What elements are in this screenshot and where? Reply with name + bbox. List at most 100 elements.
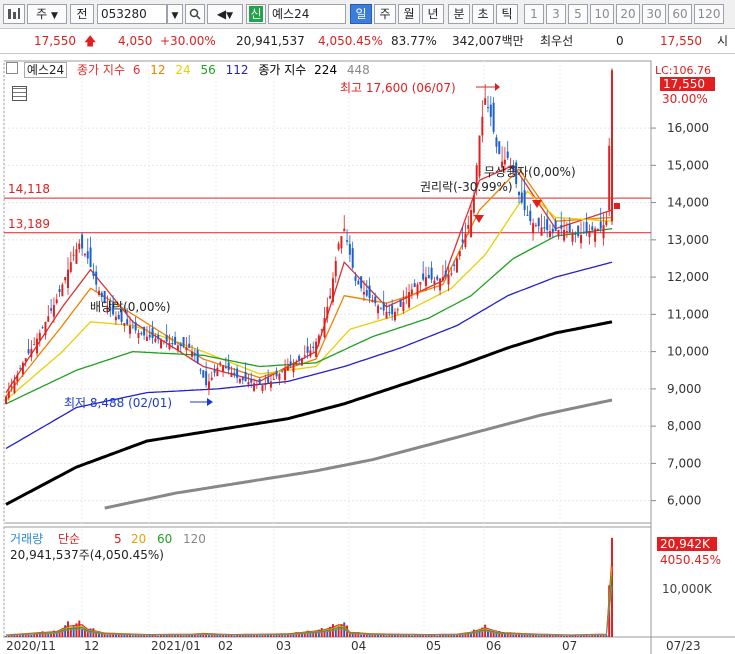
- chart-legend: 예스24 종가 지수 6 12 24 56 112 종가 지수 224 448: [6, 61, 376, 79]
- candle: [422, 273, 425, 280]
- interval-60[interactable]: 60: [668, 4, 692, 24]
- candle: [154, 338, 157, 342]
- interval-20[interactable]: 20: [616, 4, 640, 24]
- candle: [309, 350, 312, 357]
- volume-bar: [148, 635, 151, 637]
- candle: [244, 371, 247, 382]
- speaker-button[interactable]: ◀▼: [207, 4, 243, 24]
- code-input[interactable]: 053280: [97, 4, 167, 24]
- legend-name[interactable]: 예스24: [23, 62, 68, 78]
- candle: [13, 381, 16, 393]
- volume-bar: [247, 635, 250, 637]
- open-label: 시: [717, 34, 729, 48]
- candle: [472, 195, 475, 213]
- price-chart[interactable]: 14,118 13,189 6,000 7,000 8,000 9,000 10,000 1…: [0, 57, 735, 654]
- candle: [21, 362, 24, 375]
- candle: [41, 327, 44, 329]
- candle: [399, 299, 402, 307]
- candle: [193, 353, 196, 356]
- candle: [455, 258, 458, 273]
- low-annotation: 최저 8,488 (02/01): [64, 396, 172, 410]
- tab-week[interactable]: 주: [374, 4, 396, 24]
- stock-name-field[interactable]: 예스24: [268, 4, 346, 24]
- candle: [258, 379, 261, 385]
- candle: [52, 305, 55, 317]
- volume-bar: [450, 635, 453, 637]
- period-button[interactable]: 전: [70, 4, 94, 24]
- tab-month[interactable]: 월: [398, 4, 420, 24]
- candle: [503, 159, 506, 165]
- candle: [602, 224, 605, 239]
- candle: [430, 267, 433, 280]
- candle: [224, 366, 227, 368]
- interval-1[interactable]: 1: [524, 4, 544, 24]
- table-icon[interactable]: [12, 86, 27, 101]
- candle: [312, 346, 315, 348]
- candle: [563, 229, 566, 241]
- candle: [517, 191, 520, 196]
- candle: [86, 251, 89, 259]
- market-select[interactable]: 주 ▼: [27, 4, 67, 24]
- volume-bar: [427, 635, 430, 637]
- change-percent: +30.00%: [160, 34, 216, 48]
- candle: [36, 338, 38, 354]
- volume-bar: [588, 635, 591, 637]
- candle: [67, 269, 69, 289]
- candle: [269, 381, 272, 388]
- candle: [343, 228, 346, 232]
- candle: [594, 228, 597, 242]
- volume-bar: [72, 625, 75, 637]
- volume-bar: [196, 635, 199, 637]
- candle: [560, 225, 563, 229]
- search-button[interactable]: [185, 4, 205, 24]
- candle: [126, 319, 129, 325]
- candle: [520, 192, 523, 203]
- candle: [292, 364, 295, 373]
- interval-5[interactable]: 5: [568, 4, 588, 24]
- candle: [236, 368, 239, 378]
- candle: [210, 377, 213, 380]
- current-price: 17,550: [34, 34, 76, 48]
- candle: [261, 385, 264, 392]
- lc-label: LC:106.76: [655, 64, 711, 77]
- candle: [278, 373, 281, 380]
- legend-settings-icon[interactable]: [6, 62, 18, 74]
- interval-10[interactable]: 10: [590, 4, 614, 24]
- candle: [174, 336, 177, 345]
- candle: [447, 274, 450, 285]
- candle: [151, 328, 154, 338]
- candle: [368, 285, 371, 299]
- candle: [69, 262, 72, 272]
- tab-second[interactable]: 초: [472, 4, 494, 24]
- y-tick-label: 11,000: [667, 307, 709, 321]
- volume-bar: [577, 635, 580, 637]
- y-tick-label: 16,000: [667, 121, 709, 135]
- candle: [551, 228, 554, 233]
- legend-ma-56: 56: [200, 63, 216, 77]
- candle: [188, 343, 191, 348]
- candle: [5, 396, 7, 405]
- candle: [484, 98, 487, 105]
- chart-type-icon[interactable]: [3, 4, 25, 24]
- bonus-issue-annotation: 무상증자(0,00%): [484, 165, 576, 179]
- tab-day[interactable]: 일: [350, 4, 372, 24]
- interval-30[interactable]: 30: [642, 4, 666, 24]
- candle: [334, 260, 337, 277]
- candle: [382, 302, 385, 311]
- candle: [391, 305, 394, 315]
- tab-tick[interactable]: 틱: [496, 4, 518, 24]
- candle: [55, 299, 58, 304]
- candle: [95, 271, 98, 285]
- y-tick-label: 14,000: [667, 196, 709, 210]
- volume-ma-20: 20: [131, 532, 146, 546]
- interval-120[interactable]: 120: [694, 4, 724, 24]
- tab-year[interactable]: 년: [422, 4, 444, 24]
- new-badge-button[interactable]: 신: [246, 4, 266, 24]
- x-tick-label: 07: [562, 639, 577, 653]
- interval-3[interactable]: 3: [546, 4, 566, 24]
- x-tick-label: 06: [486, 639, 501, 653]
- tab-minute[interactable]: 분: [448, 4, 470, 24]
- y-tick-label: 12,000: [667, 270, 709, 284]
- candle: [24, 358, 27, 362]
- code-dropdown-button[interactable]: ▼: [167, 4, 183, 24]
